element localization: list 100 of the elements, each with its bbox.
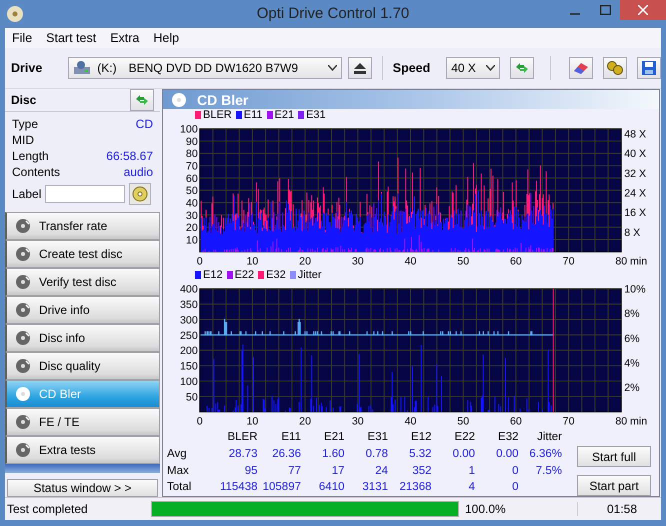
column-header: E21 <box>323 430 344 445</box>
status-window-button[interactable]: Status window > > <box>7 479 158 497</box>
axis-label: 200 <box>180 344 198 357</box>
table-cell-text: 1 <box>468 464 475 478</box>
axis-label: 30 <box>186 210 198 222</box>
axis-label: 10 <box>246 415 258 428</box>
drive-name: BENQ DVD DD DW1620 B7W9 <box>128 61 298 75</box>
table-cell-text: 7.5% <box>534 464 562 478</box>
row-label: Total <box>167 480 192 496</box>
axis-label: 150 <box>180 360 198 372</box>
table-cell-text: 1.60 <box>321 446 344 462</box>
table-cell-text: 77 <box>287 464 301 478</box>
column-header: E12 <box>410 430 432 445</box>
disc-icon <box>15 414 31 430</box>
save-button[interactable] <box>637 57 661 79</box>
axis-label: 100 <box>180 124 198 136</box>
drive-letter: (K:) <box>97 61 117 75</box>
disc-icon <box>15 442 31 458</box>
info-label: Length <box>12 149 49 163</box>
elapsed-time: 01:58 <box>606 502 637 516</box>
axis-label: 60 <box>510 256 522 268</box>
nav-item[interactable]: Verify test disc <box>5 268 160 296</box>
axis-label: 48 X <box>624 128 646 141</box>
legend-label: BLER <box>203 109 232 122</box>
erase-button[interactable] <box>569 57 594 79</box>
axis-label: 10 <box>246 256 258 268</box>
refresh-button[interactable] <box>130 89 154 111</box>
nav-item[interactable]: Transfer rate <box>5 212 160 240</box>
label-field[interactable] <box>45 185 126 203</box>
axis-label: 20 <box>299 256 312 268</box>
axis-label: 40 <box>186 198 198 210</box>
app-icon <box>6 5 24 23</box>
axis-label: 50 <box>457 415 470 428</box>
axis-label: 24 X <box>624 188 646 200</box>
info-label: Type <box>12 117 38 131</box>
table-cell-text: 21368 <box>398 480 432 496</box>
nav-item[interactable]: Drive info <box>5 296 160 324</box>
table-cell-text: 17 <box>330 464 344 478</box>
nav-item[interactable]: FE / TE <box>5 408 160 436</box>
axis-label: 80 <box>615 256 628 268</box>
legend-label: E31 <box>306 109 326 122</box>
speed-value: 40 X <box>451 61 476 75</box>
legend-label: Jitter <box>298 268 322 281</box>
legend-label: E11 <box>244 109 263 122</box>
axis-label: 10% <box>624 283 646 296</box>
menu-item[interactable]: Extra <box>103 31 146 45</box>
start-button[interactable]: Start full <box>577 446 651 467</box>
table-cell-text: 95 <box>244 464 258 478</box>
axis-label: 40 <box>404 256 416 268</box>
speed-dropdown[interactable]: 40 X <box>446 57 500 79</box>
window-title: Opti Drive Control 1.70 <box>256 5 410 22</box>
nav-item[interactable]: Disc quality <box>5 352 160 380</box>
disc-icon <box>15 246 31 262</box>
nav-item[interactable]: Disc info <box>5 324 160 352</box>
menu-item[interactable]: Start test <box>39 31 104 45</box>
close-icon <box>638 5 648 15</box>
axis-label: 60 <box>510 415 522 428</box>
speed-label: Speed <box>392 61 430 75</box>
axis-label: 8% <box>624 308 640 320</box>
disc-icon <box>132 186 148 202</box>
axis-unit: min <box>630 256 648 268</box>
table-cell-text: 6410 <box>318 480 344 496</box>
start-button[interactable]: Start part <box>577 475 651 496</box>
axis-label: 350 <box>180 298 198 311</box>
column-header: E31 <box>366 430 388 445</box>
drive-dropdown[interactable]: (K:) BENQ DVD DD DW1620 B7W9 <box>68 57 342 79</box>
table-cell-text: 115438 <box>218 480 258 496</box>
nav-item[interactable]: Create test disc <box>5 240 160 268</box>
axis-label: 300 <box>180 314 198 326</box>
menu-item[interactable]: Help <box>146 31 186 45</box>
axis-label: 90 <box>186 136 198 148</box>
info-value: audio <box>124 165 153 179</box>
axis-label: 60 <box>186 173 198 186</box>
minimize-icon <box>570 13 580 15</box>
menu-item[interactable]: File <box>5 31 40 45</box>
eject-button[interactable] <box>348 57 372 79</box>
table-cell-text: 0 <box>511 480 518 496</box>
disc-button[interactable] <box>129 183 152 205</box>
nav-item[interactable]: Extra tests <box>5 436 160 464</box>
disc-icon <box>15 330 31 346</box>
column-header: BLER <box>226 430 258 445</box>
table-cell-text: 4 <box>468 480 475 496</box>
floppy-icon <box>641 60 657 76</box>
legend-label: E12 <box>203 268 223 281</box>
row-label: Max <box>167 464 190 478</box>
axis-label: 16 X <box>624 208 646 220</box>
drive-label: Drive <box>11 61 42 75</box>
panel-title: CD Bler <box>197 92 248 108</box>
column-header: E32 <box>497 430 518 445</box>
refresh-button[interactable] <box>510 57 534 79</box>
axis-label: 40 X <box>624 148 646 161</box>
legend-label: E22 <box>234 268 254 281</box>
table-cell-text: 0.00 <box>452 446 475 462</box>
table-cell-text: 352 <box>411 464 432 478</box>
table-cell-text: 28.73 <box>228 446 258 462</box>
settings-button[interactable] <box>603 57 628 79</box>
close-button[interactable] <box>620 0 666 20</box>
table-cell-text: 3131 <box>361 480 388 496</box>
axis-label: 0 <box>196 256 203 268</box>
row-label: Avg <box>167 446 188 462</box>
